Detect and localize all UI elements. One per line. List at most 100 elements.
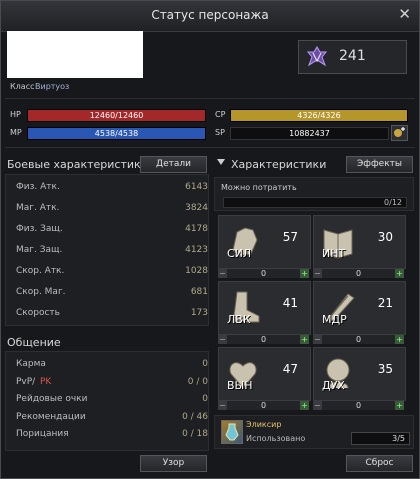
combat-stat-name: Физ. Атк. bbox=[16, 182, 60, 192]
character-status-window: Статус персонажа ✕ Класс Виртуоз 241 HP … bbox=[0, 0, 420, 479]
attribute-tile[interactable]: ВЫН 47 bbox=[218, 347, 311, 401]
combat-stat-value: 681 bbox=[190, 287, 208, 297]
class-value: Виртуоз bbox=[35, 82, 70, 91]
combat-stat-value: 1028 bbox=[185, 266, 208, 276]
plus-button[interactable]: + bbox=[300, 401, 309, 410]
attribute-tile[interactable]: ДУХ 35 bbox=[313, 347, 406, 401]
social-stat-value: 0 / 18 bbox=[182, 429, 208, 439]
social-stat-value: 0 / 46 bbox=[182, 411, 208, 422]
close-icon[interactable]: ✕ bbox=[398, 7, 411, 22]
attribute-value: 30 bbox=[377, 230, 393, 244]
social-stat-row: Порицания 0 / 18 bbox=[16, 428, 208, 442]
plus-button[interactable]: + bbox=[395, 401, 404, 410]
social-stat-row: Рекомендации 0 / 46 bbox=[16, 411, 208, 425]
level-value: 241 bbox=[339, 48, 366, 64]
pk-label: PK bbox=[40, 376, 52, 387]
attribute-name: МДР bbox=[322, 313, 347, 326]
attribute-value: 57 bbox=[282, 230, 298, 244]
attribute-tile[interactable]: МДР 21 bbox=[313, 281, 406, 335]
combat-stats-panel: Физ. Атк. 6143 Маг. Атк. 3824 Физ. Защ. 4178 М… bbox=[5, 174, 209, 326]
plus-button[interactable]: + bbox=[395, 269, 404, 278]
combat-stat-name: Скор. Маг. bbox=[16, 287, 66, 297]
combat-stat-name: Физ. Защ. bbox=[16, 224, 63, 234]
details-button[interactable]: Детали bbox=[140, 156, 207, 173]
combat-stat-row: Маг. Защ. 4123 bbox=[16, 244, 208, 258]
combat-stat-name: Скорость bbox=[16, 308, 60, 318]
sp-label: SP bbox=[215, 128, 225, 137]
combat-stat-name: Скор. Атк. bbox=[16, 266, 65, 276]
attribute-allocated: 0 bbox=[355, 401, 362, 410]
attribute-allocate-row: −0 + bbox=[313, 269, 404, 278]
attribute-allocate-row: −0 + bbox=[313, 401, 404, 410]
window-title: Статус персонажа bbox=[151, 8, 269, 22]
hp-text: 12460/12460 bbox=[89, 111, 144, 120]
spend-points-value: 0/12 bbox=[384, 198, 402, 207]
reset-button[interactable]: Сброс bbox=[346, 455, 413, 472]
combat-stat-row: Скорость 173 bbox=[16, 307, 208, 321]
cp-bar: 4326/4326 bbox=[230, 109, 408, 122]
sp-transfer-icon bbox=[394, 127, 405, 137]
character-portrait bbox=[7, 31, 143, 78]
combat-stat-value: 4123 bbox=[185, 245, 208, 255]
attribute-tile[interactable]: ЛВК 41 bbox=[218, 281, 311, 335]
elixir-used-label: Использовано bbox=[246, 434, 306, 443]
attributes-section-title: Характеристики bbox=[231, 158, 327, 171]
attribute-allocated: 0 bbox=[355, 269, 362, 278]
social-stat-name: Рекомендации bbox=[16, 411, 86, 422]
attribute-name: ЛВК bbox=[227, 313, 251, 326]
attribute-value: 21 bbox=[377, 296, 393, 310]
combat-stat-value: 6143 bbox=[185, 182, 208, 192]
combat-stat-row: Физ. Защ. 4178 bbox=[16, 223, 208, 237]
title-bar[interactable]: Статус персонажа ✕ bbox=[1, 1, 419, 32]
crest-icon bbox=[306, 46, 328, 67]
attribute-allocated: 0 bbox=[260, 269, 267, 278]
combat-stat-row: Скор. Маг. 681 bbox=[16, 286, 208, 300]
pattern-button[interactable]: Узор bbox=[140, 455, 207, 472]
combat-stat-value: 4178 bbox=[185, 224, 208, 234]
social-stat-value: 0 bbox=[202, 359, 208, 369]
elixir-icon bbox=[221, 420, 243, 444]
spend-points-label: Можно потратить bbox=[221, 183, 297, 192]
social-stat-name: Карма bbox=[16, 359, 46, 369]
cp-label: CP bbox=[215, 110, 226, 119]
social-section-title: Общение bbox=[7, 336, 61, 349]
combat-stat-row: Скор. Атк. 1028 bbox=[16, 265, 208, 279]
plus-button[interactable]: + bbox=[395, 335, 404, 344]
attribute-allocate-row: −0 + bbox=[218, 335, 309, 344]
elixir-title: Эликсир bbox=[246, 420, 282, 429]
combat-stat-name: Маг. Защ. bbox=[16, 245, 63, 255]
attribute-value: 41 bbox=[282, 296, 298, 310]
cp-text: 4326/4326 bbox=[297, 111, 341, 120]
social-stat-name: Рейдовые очки bbox=[16, 394, 88, 404]
attribute-allocate-row: −0 + bbox=[313, 335, 404, 344]
attribute-tile[interactable]: СИЛ 57 bbox=[218, 215, 311, 269]
social-stat-name: Порицания bbox=[16, 429, 69, 439]
plus-button[interactable]: + bbox=[300, 335, 309, 344]
effects-button[interactable]: Эффекты bbox=[346, 156, 413, 173]
elixir-used-value: 3/5 bbox=[392, 434, 405, 443]
sp-bar: 10882437 bbox=[230, 127, 389, 140]
expand-arrow-icon[interactable] bbox=[217, 159, 225, 165]
divider bbox=[5, 98, 415, 99]
plus-button[interactable]: + bbox=[300, 269, 309, 278]
combat-stat-name: Маг. Атк. bbox=[16, 203, 60, 213]
attribute-allocate-row: −0 + bbox=[218, 401, 309, 410]
social-stat-value: 0 / 0 bbox=[187, 376, 208, 387]
elixir-panel: Эликсир Использовано 3/5 bbox=[214, 415, 414, 449]
sp-transfer-button[interactable] bbox=[391, 125, 408, 141]
attribute-allocated: 0 bbox=[355, 335, 362, 344]
attribute-name: СИЛ bbox=[227, 247, 252, 260]
attribute-tile[interactable]: ИНТ 30 bbox=[313, 215, 406, 269]
sp-text: 10882437 bbox=[289, 129, 330, 138]
divider bbox=[5, 147, 415, 148]
combat-stat-row: Физ. Атк. 6143 bbox=[16, 181, 208, 195]
spend-points-bar: 0/12 bbox=[223, 197, 407, 208]
class-label: Класс bbox=[10, 82, 35, 91]
mp-text: 4538/4538 bbox=[94, 129, 139, 138]
attribute-value: 47 bbox=[282, 362, 298, 376]
social-stat-name: PvP/ bbox=[16, 376, 36, 387]
combat-stat-value: 3824 bbox=[185, 203, 208, 213]
attribute-allocate-row: −0 + bbox=[218, 269, 309, 278]
spend-points-panel: Можно потратить 0/12 bbox=[214, 177, 414, 211]
social-panel: Карма 0 PvP/PK 0 / 0 Рейдовые очки 0 Рекоменда… bbox=[5, 351, 209, 451]
